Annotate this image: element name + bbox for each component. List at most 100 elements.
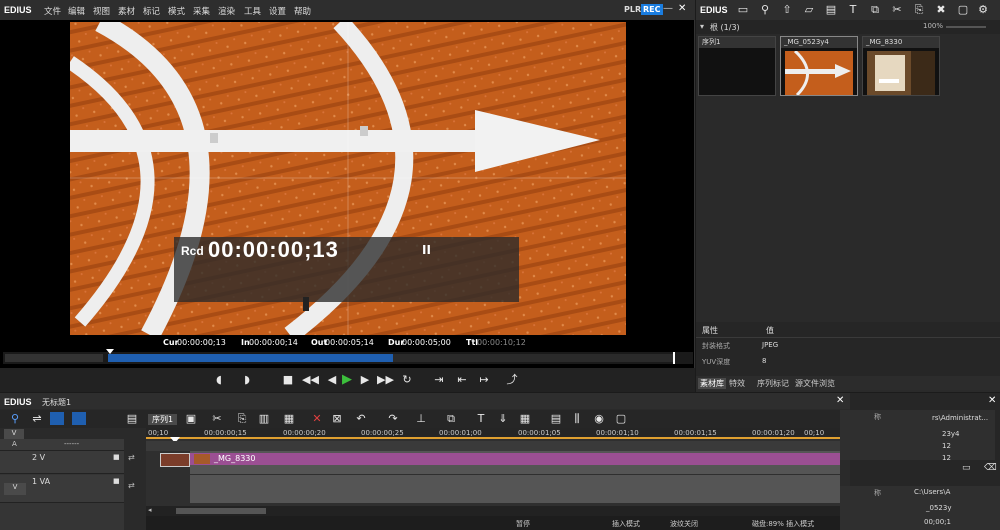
copy-icon[interactable]: ⎘ [912, 3, 926, 17]
mixer-icon[interactable]: ⫼ [570, 412, 584, 426]
loop-icon[interactable]: ↻ [400, 373, 414, 387]
scrub-right-region [393, 354, 673, 362]
add-clip-icon[interactable]: ▤ [824, 3, 838, 17]
menu-capture[interactable]: 采集 [193, 5, 210, 17]
step-back-icon[interactable]: ◀ [325, 373, 339, 387]
scrollbar-thumb[interactable] [176, 508, 266, 514]
render-icon[interactable]: ⇓ [496, 412, 510, 426]
paste-icon[interactable]: ▥ [257, 412, 271, 426]
audio-dash-label: ------ [64, 440, 80, 448]
set-out-icon[interactable]: ◗ [240, 373, 254, 387]
new-sequence-icon[interactable]: ▤ [125, 412, 139, 426]
title-icon[interactable]: T [846, 3, 860, 17]
menu-render[interactable]: 渲染 [218, 5, 235, 17]
info-trash-icon[interactable]: ⌫ [984, 463, 997, 473]
menu-file[interactable]: 文件 [44, 5, 61, 17]
up-folder-icon[interactable]: ⇧ [780, 3, 794, 17]
root-folder-label[interactable]: 根 (1/3) [710, 22, 740, 33]
timeline-scrollbar[interactable]: ◂ [146, 506, 840, 516]
step-forward-icon[interactable]: ▶ [358, 373, 372, 387]
sync-2v-icon[interactable]: ⇄ [128, 453, 135, 462]
search-icon[interactable]: ⚲ [758, 3, 772, 17]
video-lock-label[interactable]: V [4, 429, 24, 439]
sync-icon[interactable]: ⚲ [8, 412, 22, 426]
menu-tools[interactable]: 工具 [244, 5, 261, 17]
render-options-icon[interactable]: ▦ [518, 412, 532, 426]
playhead-marker[interactable] [106, 349, 114, 354]
rec-button[interactable]: REC [641, 4, 663, 15]
tab-effects[interactable]: 特效 [729, 378, 745, 389]
set-in-icon[interactable]: ◖ [212, 373, 226, 387]
scrub-bar[interactable] [3, 349, 693, 364]
mode-toggle-1[interactable] [50, 412, 64, 425]
undo-icon[interactable]: ↶ [354, 412, 368, 426]
text-icon[interactable]: T [474, 412, 488, 426]
minimize-icon[interactable]: — [663, 3, 673, 14]
sequence-icon[interactable]: ⧉ [868, 3, 882, 17]
settings-icon[interactable]: ⚙ [976, 3, 990, 17]
menu-view[interactable]: 视图 [93, 5, 110, 17]
ruler-tick-9: 00;10 [804, 429, 825, 437]
info-panel-close-icon[interactable]: ✕ [988, 395, 996, 406]
clip-sequence1[interactable]: 序列1 [698, 36, 776, 96]
tab-source-browser[interactable]: 源文件浏览 [795, 378, 835, 389]
menu-clip[interactable]: 素材 [118, 5, 135, 17]
plr-button[interactable]: PLR [622, 4, 643, 15]
info-restore-icon[interactable]: ▭ [962, 463, 971, 473]
dur-value: 00:00:05;00 [402, 338, 451, 347]
overwrite-icon[interactable]: ⇤ [455, 373, 469, 387]
settings-panel-icon[interactable]: ▢ [614, 412, 628, 426]
stop-icon[interactable]: ■ [281, 373, 295, 387]
play-icon[interactable]: ▶ [340, 373, 354, 387]
properties-icon[interactable]: ▢ [956, 3, 970, 17]
audio-mixer-icon[interactable]: ▤ [549, 412, 563, 426]
open-folder-icon[interactable]: ▱ [802, 3, 816, 17]
add-marker-icon[interactable]: ⊥ [414, 412, 428, 426]
copy-clip-icon[interactable]: ⎘ [235, 412, 249, 426]
mode-toggle-2[interactable] [72, 412, 86, 425]
menu-settings[interactable]: 设置 [269, 5, 286, 17]
menu-edit[interactable]: 编辑 [68, 5, 85, 17]
clip-mg0523y4[interactable]: _MG_0523y4 [780, 36, 858, 96]
track-1va-label: 1 VA [32, 477, 51, 486]
zoom-slider[interactable] [946, 26, 986, 28]
timeline-close-icon[interactable]: ✕ [836, 395, 844, 406]
clip-mg0523y4-thumbnail [785, 51, 853, 95]
track-2v-thumb-clip[interactable] [160, 453, 190, 467]
fast-forward-icon[interactable]: ▶▶ [377, 373, 394, 387]
out-point-marker[interactable] [673, 352, 675, 364]
capture-icon[interactable]: ◉ [592, 412, 606, 426]
group-icon[interactable]: ⧉ [444, 412, 458, 426]
ripple-delete-icon[interactable]: ⊠ [330, 412, 344, 426]
menu-help[interactable]: 帮助 [294, 5, 311, 17]
tab-sequence-marker[interactable]: 序列标记 [757, 378, 789, 389]
sequence-tab[interactable]: 序列1 [148, 414, 178, 425]
paste-options-icon[interactable]: ▦ [282, 412, 296, 426]
cut-clip-icon[interactable]: ✂ [210, 412, 224, 426]
bin-path-bar: ▾ 根 (1/3) 100% [696, 20, 1000, 34]
clip-mg8330-bar[interactable]: _MG_8330 [190, 453, 840, 465]
export-icon[interactable]: ⤴ [505, 373, 519, 387]
collapse-icon[interactable]: ▾ [700, 22, 704, 31]
redo-icon[interactable]: ↷ [386, 412, 400, 426]
delete-icon[interactable]: ✖ [934, 3, 948, 17]
save-icon[interactable]: ▣ [184, 412, 198, 426]
track-2v-visibility-icon[interactable]: ■ [113, 453, 120, 461]
track-1va-tag[interactable]: V [4, 483, 26, 495]
sync-1va-icon[interactable]: ⇄ [128, 481, 135, 490]
track-1va-visibility-icon[interactable]: ■ [113, 477, 120, 485]
clip-mg8330[interactable]: _MG_8330 [862, 36, 940, 96]
tab-asset-bin[interactable]: 素材库 [698, 378, 726, 389]
delete-clip-icon[interactable]: ✕ [310, 412, 324, 426]
rewind-icon[interactable]: ◀◀ [302, 373, 319, 387]
menu-mode[interactable]: 模式 [168, 5, 185, 17]
cut-icon[interactable]: ✂ [890, 3, 904, 17]
menu-marker[interactable]: 标记 [143, 5, 160, 17]
timeline-ruler[interactable]: 00;10 00:00:00;15 00:00:00;20 00:00:00;2… [146, 428, 840, 439]
insert-icon[interactable]: ⇥ [432, 373, 446, 387]
folder-icon[interactable]: ▭ [736, 3, 750, 17]
scroll-left-icon[interactable]: ◂ [148, 506, 152, 514]
close-icon[interactable]: ✕ [678, 3, 686, 14]
ripple-icon[interactable]: ⇌ [30, 412, 44, 426]
mode-icon[interactable]: ↦ [477, 373, 491, 387]
